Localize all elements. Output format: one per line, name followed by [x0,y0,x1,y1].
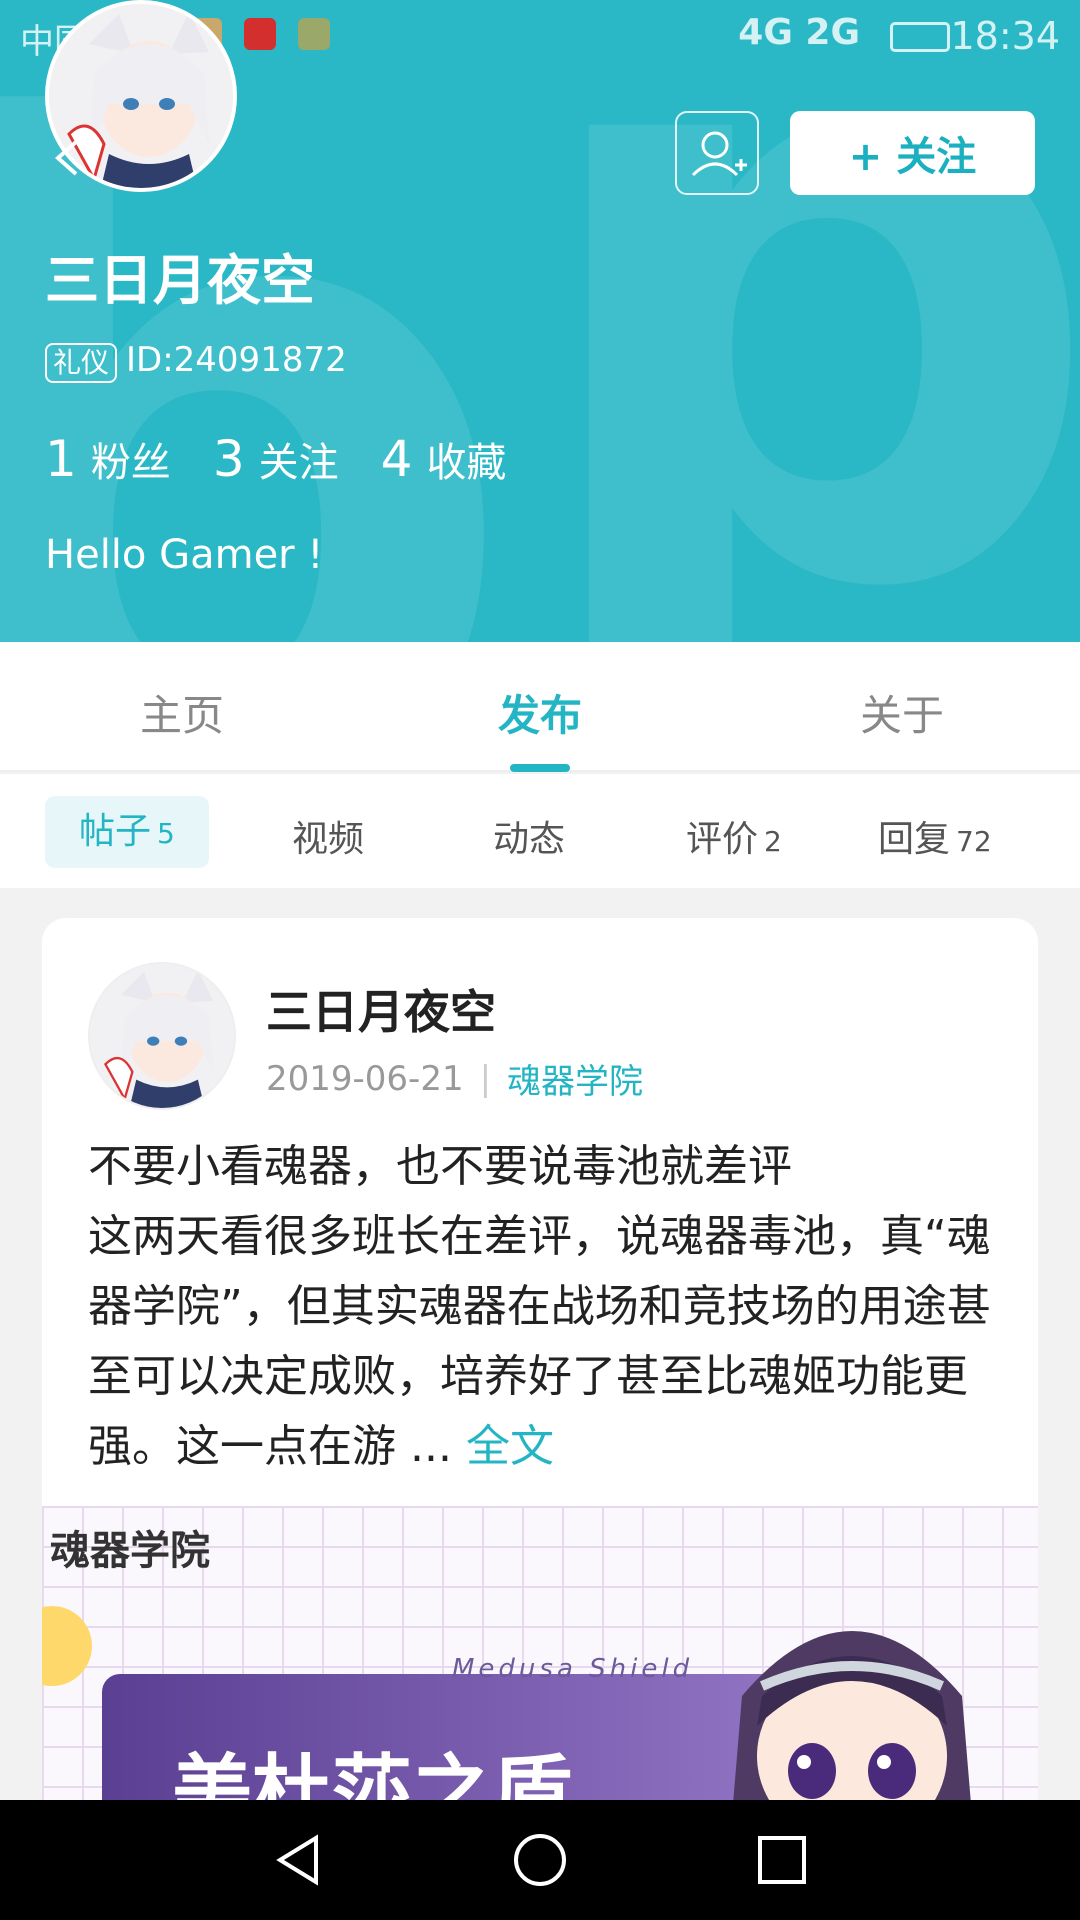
meta-separator: | [479,1058,492,1099]
following-label: 关注 [258,440,339,486]
favorites-count: 4 [380,430,413,488]
read-more-link[interactable]: 全文 [466,1421,554,1472]
add-friend-button[interactable] [675,111,759,195]
post-author-avatar[interactable] [88,962,236,1110]
active-tab-indicator [510,764,570,772]
profile-username: 三日月夜空 [45,249,315,312]
subtab-threads-count: 5 [157,817,175,850]
post-card[interactable]: 三日月夜空 2019-06-21 | 魂器学院 不要小看魂器，也不要说毒池就差评… [42,918,1038,1920]
profile-bio: Hello Gamer ! [45,532,324,578]
app-notification-icon-2 [298,18,330,50]
subtab-replies-label: 回复 [878,819,951,860]
followers-label: 粉丝 [90,440,171,486]
following-count: 3 [212,430,245,488]
profile-tabs: 主页 发布 关于 [0,642,1080,772]
user-id: ID:24091872 [126,340,347,380]
stat-following[interactable]: 3 关注 [213,430,339,488]
back-nav-icon[interactable] [268,1830,328,1890]
subtab-moments[interactable]: 动态 [493,810,565,862]
post-date: 2019-06-21 [266,1058,464,1099]
image-subtitle: Medusa Shield [452,1654,694,1684]
subtab-threads-label: 帖子 [79,811,152,852]
image-sun-decoration [42,1606,92,1686]
subtab-moments-label: 动态 [493,819,566,860]
clock: 18:34 [950,14,1060,58]
battery-icon [890,22,950,52]
back-icon[interactable] [48,138,88,178]
signal-indicator: 4G 2G [738,12,860,53]
stat-favorites[interactable]: 4 收藏 [381,430,507,488]
system-navigation-bar [0,1800,1080,1920]
subtab-replies-count: 72 [956,825,992,858]
tab-about[interactable]: 关于 [860,682,944,743]
post-body[interactable]: 不要小看魂器，也不要说毒池就差评 这两天看很多班长在差评，说魂器毒池，真“魂器学… [88,1132,998,1482]
header-background-decoration-2: p [520,0,1080,642]
image-logo-text: 魂器学院 [50,1528,210,1574]
add-user-icon [691,131,747,177]
subtab-threads[interactable]: 帖子 5 [45,796,209,868]
subtab-reviews[interactable]: 评价 2 [686,810,782,862]
tab-home[interactable]: 主页 [140,682,224,743]
followers-count: 1 [45,430,77,488]
subtab-replies[interactable]: 回复 72 [878,810,992,862]
profile-header: b p 中国联通 4G 2G 18:34 + 关注 [0,0,1080,642]
subtab-videos-label: 视频 [292,819,365,860]
subtab-videos[interactable]: 视频 [292,810,364,862]
post-type-filter: 帖子 5 视频 动态 评价 2 回复 72 [0,774,1080,888]
post-meta: 2019-06-21 | 魂器学院 [266,1054,643,1103]
app-notification-icon [244,18,276,50]
recents-nav-icon[interactable] [752,1830,812,1890]
tab-posts[interactable]: 发布 [498,682,582,743]
home-nav-icon[interactable] [510,1830,570,1890]
post-category[interactable]: 魂器学院 [507,1054,643,1103]
subtab-reviews-count: 2 [764,825,782,858]
post-author-name[interactable]: 三日月夜空 [266,976,496,1042]
user-badge: 礼仪 [45,343,118,383]
favorites-label: 收藏 [426,440,507,486]
subtab-reviews-label: 评价 [686,819,759,860]
follow-button[interactable]: + 关注 [790,111,1035,195]
stat-followers[interactable]: 1 粉丝 [45,430,171,488]
profile-stats: 1 粉丝 3 关注 4 收藏 [45,430,506,488]
